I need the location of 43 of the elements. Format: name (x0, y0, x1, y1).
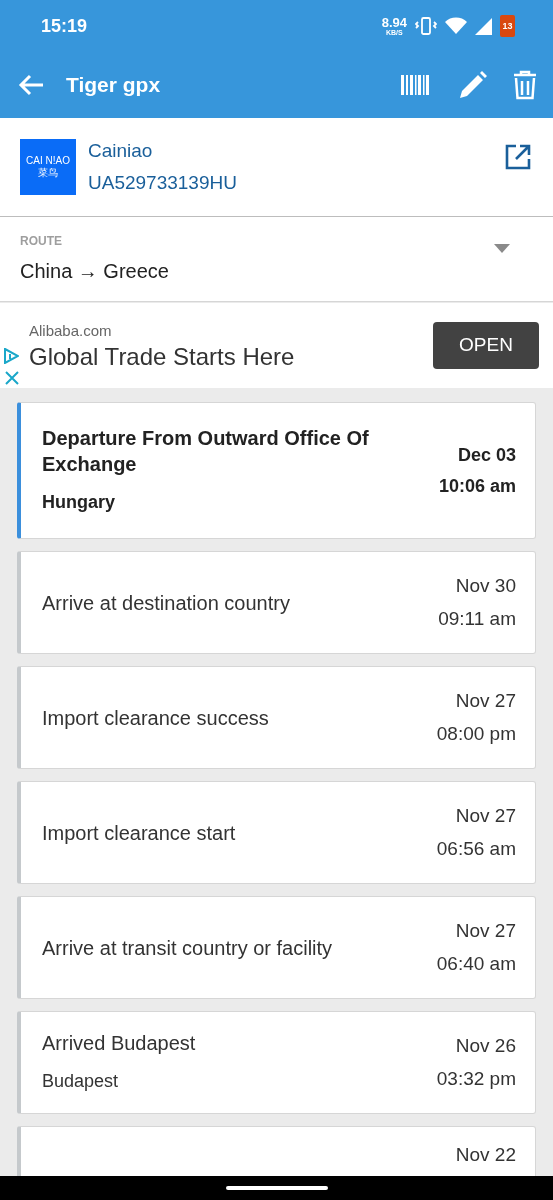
event-location: Budapest (42, 1070, 120, 1093)
back-arrow-icon[interactable] (18, 74, 44, 96)
ad-headline: Global Trade Starts Here (29, 342, 295, 371)
event-date: Nov 27 (455, 804, 516, 828)
ad-info-icon[interactable] (3, 348, 19, 364)
event-date: Nov 27 (455, 919, 516, 943)
open-button[interactable]: OPEN (433, 322, 539, 369)
event-date: Nov 27 (455, 689, 516, 713)
dropdown-caret-icon[interactable] (494, 243, 510, 253)
event-title: Arrive at transit country or facility (42, 935, 334, 961)
carrier-name: Cainiao (88, 138, 154, 163)
wifi-icon (445, 17, 467, 35)
event-location: Hungary (42, 491, 116, 514)
event-date: Nov 22 (455, 1143, 516, 1167)
carrier-logo: CAI N!AO 菜鸟 (20, 139, 76, 195)
event-date: Nov 30 (455, 574, 516, 598)
event-title: Departure From Outward Office Of Exchange (42, 426, 370, 477)
event-time: 10:06 am (438, 474, 516, 498)
route-dropdown[interactable]: ROUTE China → Greece (0, 217, 553, 302)
event-title: Arrive at destination country (42, 590, 291, 616)
event-title: Import clearance start (42, 820, 237, 846)
event-date: Nov 26 (455, 1034, 516, 1058)
battery-icon: 13 (500, 15, 515, 37)
event-time: 03:32 pm (436, 1066, 516, 1091)
event-time: 08:00 pm (436, 721, 516, 746)
signal-icon (475, 17, 492, 35)
advertiser-name: Alibaba.com (29, 321, 113, 342)
event-time: 06:56 am (436, 836, 516, 861)
status-time: 15:19 (41, 14, 88, 38)
event-title: Arrived Budapest (42, 1031, 197, 1056)
event-title: Import clearance success (42, 705, 270, 731)
tracking-number: UA529733139HU (88, 171, 237, 195)
open-external-icon[interactable] (505, 144, 531, 170)
ad-banner[interactable]: Alibaba.com Global Trade Starts Here OPEN (0, 303, 553, 388)
trash-icon[interactable] (513, 70, 537, 100)
pencil-icon[interactable] (459, 71, 487, 99)
event-date: Dec 03 (457, 443, 516, 467)
vibrate-icon (415, 16, 437, 36)
barcode-icon[interactable] (401, 75, 429, 95)
event-time: 06:40 am (436, 951, 516, 976)
close-icon[interactable] (5, 371, 19, 385)
toolbar-title: Tiger gpx (66, 72, 161, 99)
event-time: 09:11 am (438, 606, 516, 631)
